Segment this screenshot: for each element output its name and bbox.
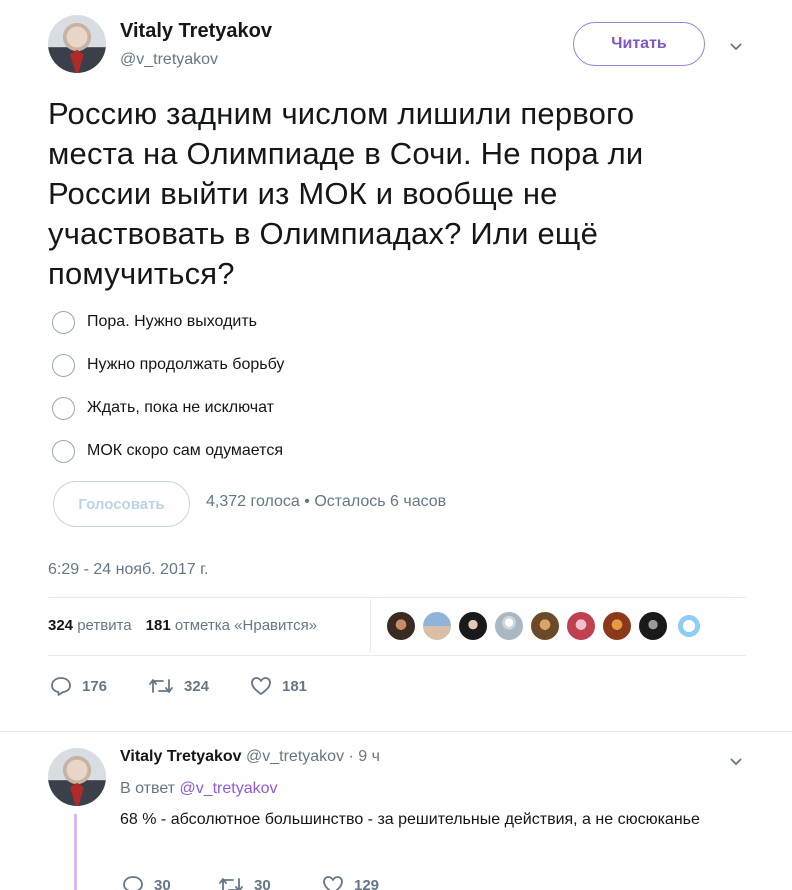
poll-option[interactable]: Ждать, пока не исключат	[52, 394, 274, 422]
like-action[interactable]: 181	[250, 676, 307, 696]
liker-avatar[interactable]	[458, 611, 488, 641]
liker-avatar[interactable]	[386, 611, 416, 641]
retweet-icon	[218, 875, 244, 890]
avatar[interactable]	[48, 15, 106, 73]
thread-line	[74, 814, 77, 890]
stats-divider	[370, 599, 371, 653]
liker-avatar[interactable]	[566, 611, 596, 641]
poll-option-label: Нужно продолжать борьбу	[87, 356, 285, 373]
retweets-stat-label: ретвита	[77, 617, 132, 634]
likes-stat-label: отметка «Нравится»	[174, 617, 318, 634]
reply-retweet-count: 30	[254, 876, 271, 890]
reply-reply-action[interactable]: 30	[122, 875, 171, 890]
reply-avatar[interactable]	[48, 748, 106, 806]
reply-chevron-down-icon[interactable]	[729, 755, 743, 769]
poll-option[interactable]: МОК скоро сам одумается	[52, 437, 283, 465]
liker-avatar[interactable]	[422, 611, 452, 641]
poll-option-label: МОК скоро сам одумается	[87, 442, 283, 459]
liker-avatar[interactable]	[494, 611, 524, 641]
follow-button[interactable]: Читать	[573, 22, 705, 66]
like-count: 181	[282, 677, 308, 695]
divider	[48, 655, 746, 656]
in-reply-prefix: В ответ	[120, 780, 176, 797]
radio-icon[interactable]	[52, 396, 75, 420]
reply-action[interactable]: 176	[50, 676, 107, 696]
reply-like-action[interactable]: 129	[322, 875, 379, 890]
retweet-icon	[148, 676, 174, 696]
in-reply-to: В ответ @v_tretyakov	[120, 780, 278, 798]
poll-option[interactable]: Пора. Нужно выходить	[52, 308, 257, 336]
reply-handle-time[interactable]: @v_tretyakov · 9 ч	[246, 748, 380, 765]
chevron-down-icon[interactable]	[729, 40, 743, 54]
author-name[interactable]: Vitaly Tretyakov	[120, 20, 272, 43]
engagement-stats: 324 ретвита 181 отметка «Нравится»	[48, 617, 317, 634]
author-handle[interactable]: @v_tretyakov	[120, 51, 218, 69]
likes-stat[interactable]: 181 отметка «Нравится»	[146, 617, 317, 634]
heart-icon	[322, 875, 344, 890]
heart-icon	[250, 676, 272, 696]
reply-header: Vitaly Tretyakov @v_tretyakov · 9 ч	[120, 748, 380, 766]
tweet-text: Россию задним числом лишили первого мест…	[48, 96, 644, 291]
vote-button[interactable]: Голосовать	[53, 481, 190, 527]
tweet-timestamp[interactable]: 6:29 - 24 нояб. 2017 г.	[48, 561, 208, 579]
reply-like-count: 129	[354, 876, 380, 890]
reply-text: 68 % - абсолютное большинство - за решит…	[120, 811, 700, 828]
divider	[48, 597, 746, 598]
liker-avatar[interactable]	[674, 611, 704, 641]
in-reply-handle-link[interactable]: @v_tretyakov	[179, 780, 277, 797]
liker-avatar[interactable]	[530, 611, 560, 641]
reply-retweet-action[interactable]: 30	[218, 875, 271, 890]
reply-icon	[122, 875, 144, 890]
reply-count: 176	[82, 677, 108, 695]
retweets-stat[interactable]: 324 ретвита	[48, 617, 132, 634]
poll-option-label: Пора. Нужно выходить	[87, 313, 258, 330]
liker-avatar[interactable]	[638, 611, 668, 641]
radio-icon[interactable]	[52, 439, 75, 463]
retweet-action[interactable]: 324	[148, 676, 209, 696]
retweets-stat-count: 324	[48, 617, 74, 634]
retweet-count: 324	[184, 677, 210, 695]
liker-avatar[interactable]	[602, 611, 632, 641]
likes-stat-count: 181	[145, 617, 171, 634]
section-separator	[0, 731, 792, 732]
poll-option-label: Ждать, пока не исключат	[87, 399, 274, 416]
radio-icon[interactable]	[52, 353, 75, 377]
reply-author-name[interactable]: Vitaly Tretyakov	[120, 748, 242, 765]
reply-icon	[50, 676, 72, 696]
reply-reply-count: 30	[154, 876, 171, 890]
poll-meta: 4,372 голоса • Осталось 6 часов	[206, 493, 447, 510]
radio-icon[interactable]	[52, 310, 75, 334]
poll-option[interactable]: Нужно продолжать борьбу	[52, 351, 284, 379]
